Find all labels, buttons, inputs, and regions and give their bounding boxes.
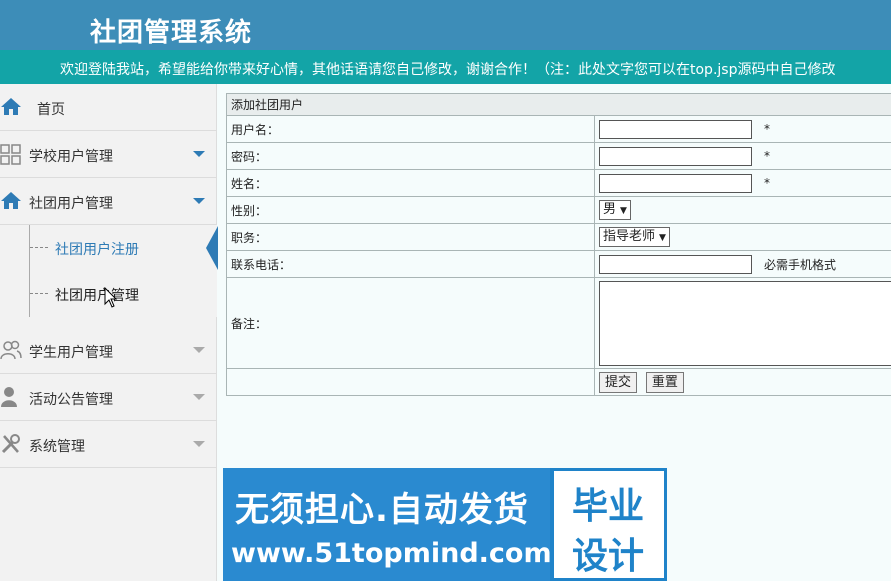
phone-label: 联系电话： bbox=[226, 250, 595, 278]
form-row-name: 姓名： * bbox=[226, 169, 891, 197]
home-icon bbox=[1, 192, 21, 209]
mouse-cursor-icon bbox=[104, 287, 118, 308]
gender-cell: 男 ▼ bbox=[594, 196, 891, 224]
sidebar-item-system[interactable]: 系统管理 bbox=[0, 421, 217, 468]
actions-cell: 提交 重置 bbox=[594, 368, 891, 396]
gender-select-value: 男 bbox=[603, 202, 617, 217]
banner-right-text-2: 设计 bbox=[572, 536, 645, 577]
sidebar-item-club-users[interactable]: 社团用户管理 bbox=[0, 178, 217, 225]
watermark-banner: 无须担心.自动发货 www.51topmind.com 毕业 设计 bbox=[223, 468, 667, 581]
remark-label: 备注： bbox=[226, 277, 595, 369]
banner-url: www.51topmind.com bbox=[231, 538, 552, 569]
remark-cell bbox=[594, 277, 891, 369]
submenu-item-label: 社团用户管理 bbox=[55, 288, 139, 304]
position-select[interactable]: 指导老师 ▼ bbox=[599, 227, 670, 247]
position-label: 职务： bbox=[226, 223, 595, 251]
chevron-down-icon bbox=[193, 441, 205, 447]
system-title: 社团管理系统 bbox=[90, 18, 253, 48]
chevron-down-icon: ▼ bbox=[620, 206, 627, 216]
banner-right-panel: 毕业 设计 bbox=[554, 471, 664, 578]
username-label: 用户名： bbox=[226, 115, 595, 143]
banner-left-panel: 无须担心.自动发货 www.51topmind.com bbox=[223, 468, 552, 581]
password-cell: * bbox=[594, 142, 891, 170]
name-input[interactable] bbox=[599, 173, 752, 193]
phone-hint: 必需手机格式 bbox=[764, 257, 837, 272]
name-label: 姓名： bbox=[226, 169, 595, 197]
phone-cell: 必需手机格式 bbox=[594, 250, 891, 278]
sidebar-item-label: 系统管理 bbox=[29, 439, 85, 455]
sidebar-item-label: 社团用户管理 bbox=[29, 196, 113, 212]
active-pointer-icon bbox=[206, 226, 218, 270]
sidebar-item-label: 首页 bbox=[37, 102, 65, 118]
sidebar-item-home[interactable]: 首页 bbox=[0, 84, 217, 131]
sidebar-item-student-users[interactable]: 学生用户管理 bbox=[0, 327, 217, 374]
user-icon bbox=[1, 387, 17, 407]
form-row-actions: 提交 重置 bbox=[226, 368, 891, 396]
chevron-down-icon bbox=[193, 198, 205, 204]
submit-button[interactable]: 提交 bbox=[599, 371, 638, 393]
form-row-username: 用户名： * bbox=[226, 115, 891, 143]
banner-right-text-1: 毕业 bbox=[572, 486, 645, 527]
phone-input[interactable] bbox=[599, 254, 752, 274]
chevron-down-icon bbox=[193, 394, 205, 400]
password-label: 密码： bbox=[226, 142, 595, 170]
name-cell: * bbox=[594, 169, 891, 197]
form-row-password: 密码： * bbox=[226, 142, 891, 170]
grid-icon bbox=[0, 144, 21, 165]
required-mark: * bbox=[764, 122, 770, 136]
form-row-position: 职务： 指导老师 ▼ bbox=[226, 223, 891, 251]
position-cell: 指导老师 ▼ bbox=[594, 223, 891, 251]
required-mark: * bbox=[764, 149, 770, 163]
gender-select[interactable]: 男 ▼ bbox=[599, 200, 631, 220]
tree-dash bbox=[30, 293, 48, 294]
sidebar-item-announcements[interactable]: 活动公告管理 bbox=[0, 374, 217, 421]
required-mark: * bbox=[764, 176, 770, 190]
form-row-gender: 性别： 男 ▼ bbox=[226, 196, 891, 224]
main-content: 添加社团用户 用户名： * 密码： * 姓名： * 性别： 男 ▼ 职务： 指导老… bbox=[226, 93, 891, 396]
sidebar: 首页 学校用户管理 社团用户管理 社团用户注册 社团用户管理 学生用户管理 活动… bbox=[0, 84, 218, 581]
chevron-down-icon bbox=[193, 151, 205, 157]
add-club-user-form: 添加社团用户 用户名： * 密码： * 姓名： * 性别： 男 ▼ 职务： 指导老… bbox=[226, 93, 891, 396]
form-row-remark: 备注： bbox=[226, 277, 891, 369]
chevron-down-icon: ▼ bbox=[659, 233, 666, 243]
tree-dash bbox=[30, 247, 48, 248]
password-input[interactable] bbox=[599, 146, 752, 166]
actions-spacer bbox=[226, 368, 595, 396]
chevron-down-icon bbox=[193, 347, 205, 353]
home-icon bbox=[1, 98, 21, 115]
sidebar-item-label: 活动公告管理 bbox=[29, 392, 113, 408]
form-row-phone: 联系电话： 必需手机格式 bbox=[226, 250, 891, 278]
gender-label: 性别： bbox=[226, 196, 595, 224]
banner-slogan: 无须担心.自动发货 bbox=[235, 490, 529, 530]
marquee-bar: 欢迎登陆我站，希望能给你带来好心情，其他话语请您自己修改，谢谢合作！（注：此处文… bbox=[0, 50, 891, 84]
submenu-item-label: 社团用户注册 bbox=[55, 242, 139, 258]
sidebar-item-label: 学生用户管理 bbox=[29, 345, 113, 361]
submenu-item-club-register[interactable]: 社团用户注册 bbox=[30, 225, 217, 271]
top-header: 社团管理系统 bbox=[0, 0, 891, 50]
position-select-value: 指导老师 bbox=[603, 229, 656, 244]
sidebar-item-school-users[interactable]: 学校用户管理 bbox=[0, 131, 217, 178]
reset-button[interactable]: 重置 bbox=[645, 371, 684, 393]
marquee-text: 欢迎登陆我站，希望能给你带来好心情，其他话语请您自己修改，谢谢合作！（注：此处文… bbox=[60, 62, 836, 78]
username-cell: * bbox=[594, 115, 891, 143]
sidebar-item-label: 学校用户管理 bbox=[29, 149, 113, 165]
submenu-item-club-manage[interactable]: 社团用户管理 bbox=[30, 271, 217, 317]
username-input[interactable] bbox=[599, 119, 752, 139]
form-caption: 添加社团用户 bbox=[226, 93, 891, 116]
remark-textarea[interactable] bbox=[599, 280, 891, 366]
users-icon bbox=[0, 340, 22, 360]
tools-icon bbox=[1, 434, 20, 454]
